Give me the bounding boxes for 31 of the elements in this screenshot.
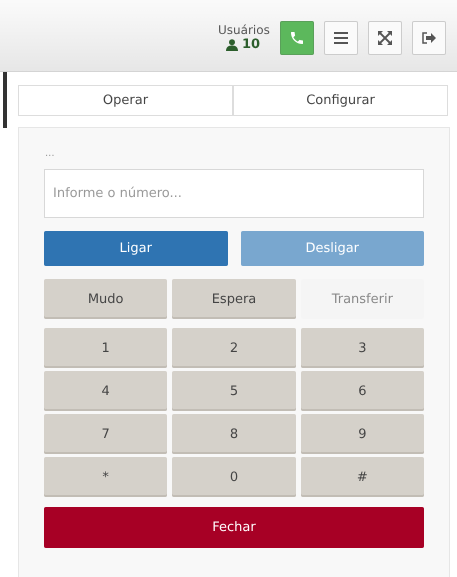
keypad-key[interactable]: * bbox=[44, 457, 168, 497]
keypad-key[interactable]: 9 bbox=[300, 414, 424, 454]
keypad-key[interactable]: 6 bbox=[300, 371, 424, 411]
users-count: 10 bbox=[242, 37, 260, 52]
action-button[interactable]: Espera bbox=[172, 279, 296, 319]
keypad-key[interactable]: 8 bbox=[172, 414, 296, 454]
keypad-key[interactable]: 7 bbox=[44, 414, 168, 454]
tab[interactable]: Operar bbox=[18, 85, 233, 116]
keypad-key[interactable]: # bbox=[300, 457, 424, 497]
expand-button[interactable] bbox=[368, 20, 402, 54]
users-label: Usuários bbox=[218, 23, 270, 37]
logout-icon bbox=[422, 32, 436, 44]
keypad-key[interactable]: 3 bbox=[300, 328, 424, 368]
keypad-key[interactable]: 4 bbox=[44, 371, 168, 411]
menu-button[interactable] bbox=[324, 20, 358, 54]
close-button[interactable]: Fechar bbox=[44, 507, 424, 548]
expand-icon bbox=[378, 30, 392, 44]
keypad-key[interactable]: 0 bbox=[172, 457, 296, 497]
keypad-key[interactable]: 5 bbox=[172, 371, 296, 411]
tab[interactable]: Configurar bbox=[233, 85, 448, 116]
phone-button[interactable] bbox=[280, 20, 314, 54]
keypad-key[interactable]: 1 bbox=[44, 328, 168, 368]
user-icon bbox=[226, 38, 238, 50]
menu-icon bbox=[334, 32, 348, 44]
phone-icon bbox=[288, 30, 305, 46]
keypad-key[interactable]: 2 bbox=[172, 328, 296, 368]
logout-button[interactable] bbox=[412, 20, 446, 54]
action-button[interactable]: Mudo bbox=[44, 279, 168, 319]
number-field[interactable]: Informe o número... bbox=[44, 169, 424, 218]
call-status: ... bbox=[45, 148, 56, 159]
call-button[interactable]: Ligar bbox=[44, 231, 228, 266]
